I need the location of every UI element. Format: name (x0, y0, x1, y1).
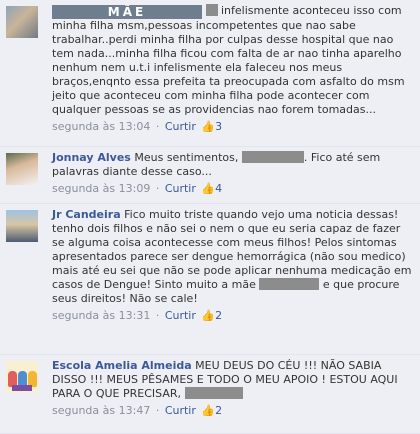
thumbs-up-icon[interactable]: 👍 (201, 120, 215, 134)
comment-item: Escola Amelia Almeida MEU DEUS DO CÉU !!… (0, 355, 420, 434)
like-link[interactable]: Curtir (165, 404, 196, 417)
avatar[interactable] (6, 153, 38, 185)
comment-text: Jr Candeira Fico muito triste quando vej… (52, 208, 414, 306)
comment-author[interactable]: Jr Candeira (52, 208, 121, 221)
comment-item: Jr Candeira Fico muito triste quando vej… (0, 204, 420, 355)
comment-meta: segunda às 13:04 · Curtir 👍3 (52, 120, 414, 134)
comment-body: Meus sentimentos, (134, 151, 239, 164)
comment-text: Escola Amelia Almeida MEU DEUS DO CÉU !!… (52, 359, 414, 401)
timestamp[interactable]: segunda às 13:04 (52, 120, 150, 133)
thumbs-up-icon[interactable]: 👍 (201, 182, 215, 196)
comment-meta: segunda às 13:09 · Curtir 👍4 (52, 182, 414, 196)
redacted-name (241, 151, 304, 163)
name-overlay: MÃE (52, 5, 202, 19)
comment-body: infelismente aconteceu isso com minha fi… (52, 4, 405, 116)
avatar[interactable] (6, 361, 38, 393)
separator: · (155, 182, 160, 195)
comment-meta: segunda às 13:47 · Curtir 👍2 (52, 404, 414, 418)
comment-list: MÃE infelismente aconteceu isso com minh… (0, 0, 420, 434)
comment-item: MÃE infelismente aconteceu isso com minh… (0, 0, 420, 147)
redacted-name (259, 278, 320, 290)
timestamp[interactable]: segunda às 13:09 (52, 182, 150, 195)
like-count[interactable]: 2 (215, 309, 222, 322)
timestamp[interactable]: segunda às 13:31 (52, 309, 150, 322)
thumbs-up-icon[interactable]: 👍 (201, 404, 215, 418)
avatar[interactable] (6, 210, 38, 242)
comment-text: Jonnay Alves Meus sentimentos, . Fico at… (52, 151, 414, 179)
comment-author[interactable]: Escola Amelia Almeida (52, 359, 192, 372)
separator: · (155, 309, 160, 322)
like-link[interactable]: Curtir (165, 309, 196, 322)
avatar[interactable] (6, 6, 38, 38)
like-count[interactable]: 3 (215, 120, 222, 133)
like-count[interactable]: 4 (215, 182, 222, 195)
comment-text: MÃE infelismente aconteceu isso com minh… (52, 4, 414, 117)
redacted-name (205, 4, 218, 16)
timestamp[interactable]: segunda às 13:47 (52, 404, 150, 417)
book-icon (12, 385, 32, 391)
redacted-name (184, 387, 243, 399)
comment-item: Jonnay Alves Meus sentimentos, . Fico at… (0, 147, 420, 204)
like-link[interactable]: Curtir (165, 182, 196, 195)
separator: · (155, 404, 160, 417)
like-link[interactable]: Curtir (165, 120, 196, 133)
comment-meta: segunda às 13:31 · Curtir 👍2 (52, 309, 414, 323)
thumbs-up-icon[interactable]: 👍 (201, 309, 215, 323)
comment-author[interactable]: Jonnay Alves (52, 151, 131, 164)
separator: · (155, 120, 160, 133)
like-count[interactable]: 2 (215, 404, 222, 417)
